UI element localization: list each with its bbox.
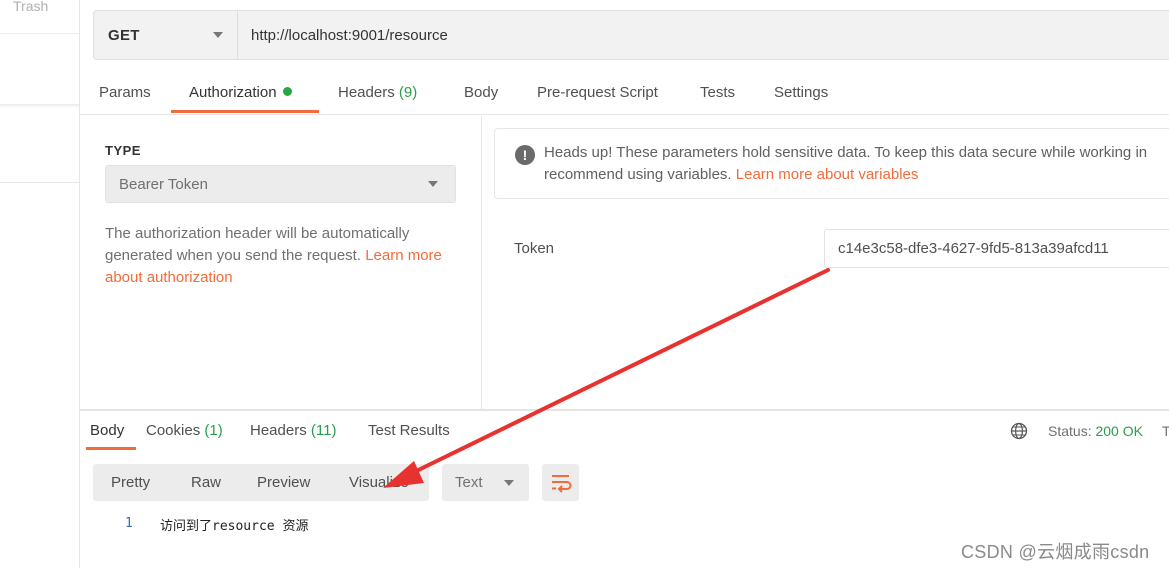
sidebar-divider	[0, 182, 79, 183]
wrap-lines-icon	[552, 475, 572, 493]
tab-authorization[interactable]: Authorization	[189, 84, 292, 101]
token-label: Token	[514, 240, 555, 257]
response-tabs: Body Cookies (1) Headers (11) Test Resul…	[80, 411, 1169, 451]
response-tab-cookies-label: Cookies	[146, 422, 201, 439]
method-value: GET	[108, 26, 140, 44]
sidebar-divider	[0, 33, 79, 34]
watermark: CSDN @云烟成雨csdn	[961, 542, 1150, 562]
active-tab-indicator	[171, 110, 319, 113]
auth-description-text: The authorization header will be automat…	[105, 225, 410, 264]
response-tab-headers-label: Headers	[250, 422, 307, 439]
chevron-down-icon	[428, 181, 438, 187]
status-trailing-text: T	[1162, 423, 1169, 439]
view-pretty-button[interactable]: Pretty	[111, 474, 150, 491]
view-visualize-button[interactable]: Visualize	[349, 474, 409, 491]
info-icon: !	[515, 145, 535, 165]
token-input[interactable]	[824, 229, 1169, 268]
globe-icon[interactable]	[1010, 422, 1028, 440]
wrap-lines-button[interactable]	[542, 464, 579, 501]
auth-type-value: Bearer Token	[119, 175, 208, 193]
response-tab-body[interactable]: Body	[90, 422, 124, 439]
tab-settings[interactable]: Settings	[774, 84, 828, 101]
chevron-down-icon	[213, 32, 223, 38]
tab-tests[interactable]: Tests	[700, 84, 735, 101]
sidebar-shadow	[0, 104, 79, 108]
tab-headers-label: Headers	[338, 84, 395, 101]
tab-params[interactable]: Params	[99, 84, 151, 101]
method-select[interactable]: GET	[94, 11, 238, 59]
view-mode-group: Pretty Raw Preview Visualize	[93, 464, 429, 501]
auth-description: The authorization header will be automat…	[105, 223, 445, 289]
response-tab-headers[interactable]: Headers (11)	[250, 422, 336, 439]
notice-line-1: Heads up! These parameters hold sensitiv…	[544, 144, 1148, 161]
sensitive-data-notice: ! Heads up! These parameters hold sensit…	[494, 128, 1169, 199]
response-tab-headers-count: (11)	[310, 422, 337, 439]
response-body-line: 访问到了resource 资源	[160, 519, 309, 534]
tab-pre-request-script[interactable]: Pre-request Script	[537, 84, 658, 101]
auth-type-label: TYPE	[105, 143, 141, 158]
notice-line-2-text: recommend using variables.	[544, 166, 736, 183]
response-tab-cookies[interactable]: Cookies (1)	[146, 422, 223, 439]
response-tab-test-results[interactable]: Test Results	[368, 422, 450, 439]
format-value: Text	[455, 474, 483, 491]
learn-more-variables-link[interactable]: Learn more about variables	[736, 166, 919, 183]
format-select[interactable]: Text	[442, 464, 529, 501]
request-url-bar: GET	[93, 10, 1169, 60]
active-response-tab-indicator	[86, 447, 136, 450]
auth-type-panel: TYPE Bearer Token The authorization head…	[80, 116, 482, 410]
postman-window: Trash GET Params Authorization Headers (…	[0, 0, 1169, 568]
tab-authorization-label: Authorization	[189, 84, 277, 101]
tab-body[interactable]: Body	[464, 84, 498, 101]
auth-type-select[interactable]: Bearer Token	[105, 165, 456, 203]
tab-headers[interactable]: Headers (9)	[338, 84, 417, 101]
sidebar-item-trash[interactable]: Trash	[13, 0, 48, 14]
status-value[interactable]: 200 OK	[1095, 423, 1142, 439]
tab-headers-count: (9)	[398, 84, 418, 101]
view-raw-button[interactable]: Raw	[191, 474, 221, 491]
status-label: Status:	[1048, 423, 1092, 439]
chevron-down-icon	[504, 479, 514, 486]
sidebar: Trash	[0, 0, 80, 568]
url-input[interactable]	[238, 11, 1169, 59]
view-preview-button[interactable]: Preview	[257, 474, 310, 491]
notice-line-2: recommend using variables. Learn more ab…	[544, 164, 1169, 186]
active-dot-icon	[282, 87, 292, 96]
line-number: 1	[125, 516, 133, 531]
response-status: Status: 200 OK	[1048, 423, 1143, 439]
request-tabs: Params Authorization Headers (9) Body Pr…	[80, 72, 1169, 115]
notice-text: Heads up! These parameters hold sensitiv…	[544, 142, 1169, 186]
response-tab-cookies-count: (1)	[204, 422, 223, 439]
